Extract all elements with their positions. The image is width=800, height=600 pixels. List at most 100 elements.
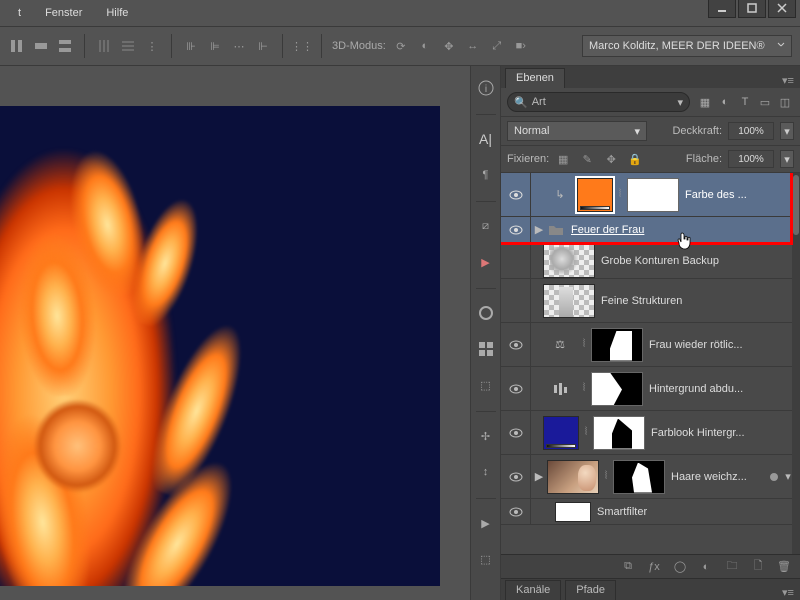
link-mask-icon[interactable]: ⦚	[599, 470, 613, 483]
layer-thumbnail[interactable]	[547, 460, 599, 494]
fill-slider-button[interactable]: ▾	[780, 150, 794, 168]
layer-mask-thumbnail[interactable]	[593, 416, 645, 450]
opacity-slider-button[interactable]: ▾	[780, 122, 794, 140]
distribute-icon[interactable]: ⋮⋮	[293, 37, 311, 55]
effects-indicator-icon[interactable]	[770, 473, 778, 481]
properties-icon[interactable]: ↕	[472, 458, 500, 486]
document-canvas[interactable]	[0, 106, 440, 586]
history-icon[interactable]: ▶	[472, 248, 500, 276]
layer-name[interactable]: Smartfilter	[591, 506, 794, 518]
visibility-toggle[interactable]	[501, 367, 531, 410]
visibility-toggle[interactable]	[501, 173, 531, 216]
3d-roll-icon[interactable]: ◐	[416, 37, 434, 55]
actions-icon[interactable]: ▶	[472, 509, 500, 537]
new-layer-icon[interactable]: 🗋	[750, 559, 766, 575]
panel-menu-icon[interactable]: ▾≡	[780, 72, 796, 88]
layer-group-row[interactable]: ▶ Feuer der Frau	[501, 217, 800, 243]
layer-list-scrollbar[interactable]	[792, 173, 800, 554]
link-mask-icon[interactable]: ⦚	[577, 382, 591, 395]
distribute-icon[interactable]: ⊪	[182, 37, 200, 55]
lock-pixels-icon[interactable]: ✎	[579, 151, 595, 167]
tab-kanaele[interactable]: Kanäle	[505, 580, 561, 600]
smartfilter-row[interactable]: Smartfilter	[501, 499, 800, 525]
visibility-toggle[interactable]	[501, 243, 531, 278]
layer-row[interactable]: Feine Strukturen	[501, 279, 800, 323]
align-icon[interactable]	[32, 37, 50, 55]
layer-thumbnail[interactable]	[543, 244, 595, 278]
filter-mask-thumbnail[interactable]	[555, 502, 591, 522]
visibility-toggle[interactable]	[501, 217, 531, 242]
layer-name[interactable]: Feuer der Frau	[565, 224, 794, 236]
3d-slide-icon[interactable]: ↔	[464, 37, 482, 55]
layer-thumbnail[interactable]	[543, 284, 595, 318]
distribute-icon[interactable]: ⋯	[230, 37, 248, 55]
layer-name[interactable]: Farblook Hintergr...	[645, 427, 794, 439]
filter-smart-icon[interactable]: ◫	[776, 93, 794, 111]
link-mask-icon[interactable]: ⦚	[579, 426, 593, 439]
close-button[interactable]	[768, 0, 796, 18]
brush-panel-icon[interactable]: ⧄	[472, 212, 500, 240]
link-mask-icon[interactable]: ⦚	[613, 188, 627, 201]
layer-name[interactable]: Frau wieder rötlic...	[643, 339, 794, 351]
layer-name[interactable]: Feine Strukturen	[595, 295, 794, 307]
expand-toggle[interactable]: ▶	[531, 223, 547, 236]
visibility-toggle[interactable]	[501, 279, 531, 322]
layer-name[interactable]: Grobe Konturen Backup	[595, 255, 794, 267]
3d-camera-icon[interactable]: ■›	[512, 37, 530, 55]
layer-style-icon[interactable]: ƒx	[646, 559, 662, 575]
menu-item-fenster[interactable]: Fenster	[33, 3, 94, 23]
color-panel-icon[interactable]	[472, 299, 500, 327]
visibility-toggle[interactable]	[501, 411, 531, 454]
layer-row[interactable]: ⦚ Farblook Hintergr...	[501, 411, 800, 455]
tab-pfade[interactable]: Pfade	[565, 580, 616, 600]
layer-mask-thumbnail[interactable]	[613, 460, 665, 494]
info-icon[interactable]: i	[472, 74, 500, 102]
lock-position-icon[interactable]: ✥	[603, 151, 619, 167]
filter-shape-icon[interactable]: ▭	[756, 93, 774, 111]
layer-row[interactable]: ⦚ Hintergrund abdu...	[501, 367, 800, 411]
layer-mask-thumbnail[interactable]	[591, 372, 643, 406]
canvas-area[interactable]	[0, 66, 470, 600]
navigator-icon[interactable]: ⬚	[472, 545, 500, 573]
layer-name[interactable]: Haare weichz...	[665, 471, 770, 483]
add-mask-icon[interactable]: ◯	[672, 559, 688, 575]
swatches-icon[interactable]	[472, 335, 500, 363]
minimize-button[interactable]	[708, 0, 736, 18]
fill-value[interactable]: 100%	[728, 150, 774, 168]
expand-toggle[interactable]: ▶	[531, 470, 547, 483]
new-adjustment-icon[interactable]: ◐	[698, 559, 714, 575]
align-icon[interactable]	[8, 37, 26, 55]
lock-transparent-icon[interactable]: ▦	[555, 151, 571, 167]
blend-mode-select[interactable]: Normal ▾	[507, 121, 647, 141]
character-panel-icon[interactable]: A|	[472, 125, 500, 153]
tab-ebenen[interactable]: Ebenen	[505, 68, 565, 88]
layer-mask-thumbnail[interactable]	[627, 178, 679, 212]
opacity-value[interactable]: 100%	[728, 122, 774, 140]
scrollbar-thumb[interactable]	[793, 175, 799, 235]
layer-search-input[interactable]: 🔍 Art ▾	[507, 92, 690, 112]
maximize-button[interactable]	[738, 0, 766, 18]
layer-mask-thumbnail[interactable]	[591, 328, 643, 362]
distribute-icon[interactable]: ⋮	[143, 37, 161, 55]
menu-item[interactable]: t	[6, 3, 33, 23]
visibility-toggle[interactable]	[501, 455, 531, 498]
new-group-icon[interactable]: 🗀	[724, 559, 740, 575]
distribute-icon[interactable]	[95, 37, 113, 55]
link-layers-icon[interactable]: ⧉	[620, 559, 636, 575]
3d-scale-icon[interactable]: ⤢	[488, 37, 506, 55]
panel-menu-icon[interactable]: ▾≡	[780, 584, 796, 600]
layer-row-selected[interactable]: ↳ ⦚ Farbe des ...	[501, 173, 800, 217]
distribute-icon[interactable]	[119, 37, 137, 55]
menu-item-hilfe[interactable]: Hilfe	[94, 3, 140, 23]
visibility-toggle[interactable]	[501, 323, 531, 366]
distribute-icon[interactable]: ⊫	[206, 37, 224, 55]
paragraph-panel-icon[interactable]: ¶	[472, 161, 500, 189]
layer-name[interactable]: Hintergrund abdu...	[643, 383, 794, 395]
filter-pixel-icon[interactable]: ▦	[696, 93, 714, 111]
layer-thumbnail[interactable]	[577, 178, 613, 212]
3d-orbit-icon[interactable]: ⟳	[392, 37, 410, 55]
filter-type-icon[interactable]: T	[736, 93, 754, 111]
3d-pan-icon[interactable]: ✥	[440, 37, 458, 55]
layer-thumbnail[interactable]	[543, 416, 579, 450]
link-mask-icon[interactable]: ⦚	[577, 338, 591, 351]
